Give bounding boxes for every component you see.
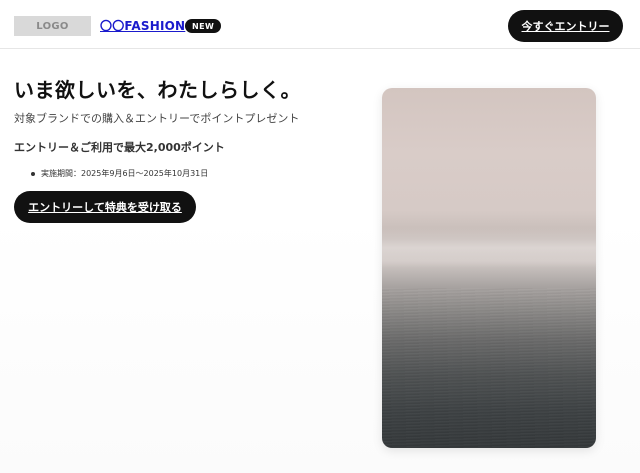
bullet-icon (31, 172, 35, 176)
points-headline: エントリー＆ご利用で最大2,000ポイント (14, 141, 225, 154)
hero-title: いま欲しいを、わたしらしく。 (14, 78, 301, 102)
page: LOGO 〇〇FASHION NEW 今すぐエントリー いま欲しいを、わたしらし… (0, 0, 640, 473)
hero-image-water-texture (382, 288, 596, 448)
brand-link[interactable]: 〇〇FASHION (100, 18, 185, 34)
hero-image-horizon-haze (382, 228, 596, 268)
logo-text: LOGO (36, 20, 69, 32)
campaign-period-item: 実施期間：2025年9月6日〜2025年10月31日 (14, 168, 208, 180)
new-badge: NEW (185, 19, 222, 33)
entry-now-button[interactable]: 今すぐエントリー (508, 10, 623, 42)
site-header: LOGO 〇〇FASHION NEW 今すぐエントリー (0, 0, 640, 49)
campaign-period-text: 実施期間：2025年9月6日〜2025年10月31日 (41, 169, 209, 178)
campaign-period-list: 実施期間：2025年9月6日〜2025年10月31日 (14, 168, 208, 180)
logo-placeholder[interactable]: LOGO (14, 16, 91, 36)
receive-benefit-button[interactable]: エントリーして特典を受け取る (14, 191, 196, 223)
hero-subtitle: 対象ブランドでの購入＆エントリーでポイントプレゼント (14, 112, 300, 125)
hero-image-sea (382, 88, 596, 448)
